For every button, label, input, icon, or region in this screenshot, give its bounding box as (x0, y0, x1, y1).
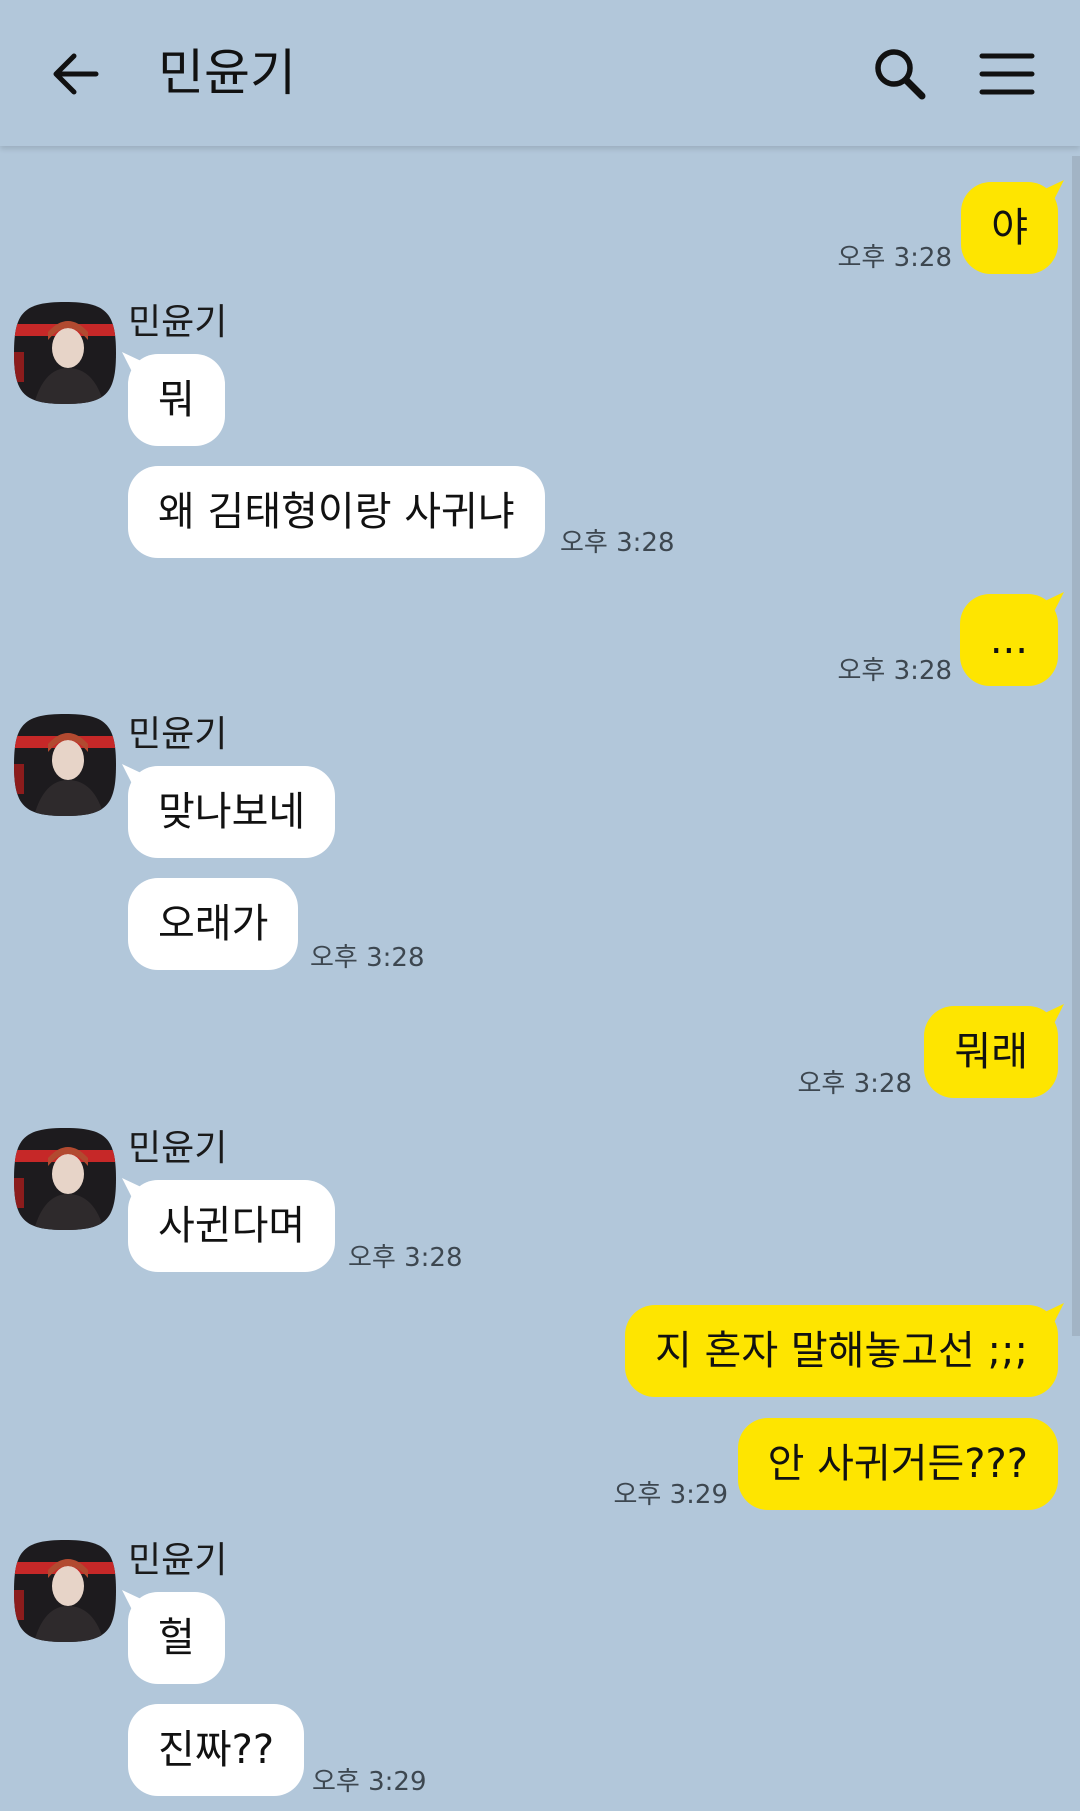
message-text: 야 (991, 205, 1028, 251)
message-time: 오후 3:28 (837, 656, 953, 686)
message-text: ... (989, 617, 1028, 663)
message-bubble-outgoing[interactable]: 야 (961, 182, 1058, 274)
message-bubble-incoming[interactable]: 맞나보네 (128, 766, 336, 858)
message-text: 헐 (158, 1615, 195, 1661)
sender-name: 민윤기 (128, 1540, 228, 1581)
chat-title: 민윤기 (158, 44, 296, 102)
message-text: 뭐 (158, 377, 195, 423)
menu-icon[interactable] (978, 46, 1036, 102)
message-bubble-incoming[interactable]: 진짜?? (128, 1704, 305, 1796)
chat-header: 민윤기 (0, 0, 1080, 146)
sender-name: 민윤기 (128, 1128, 228, 1169)
message-text: 진짜?? (158, 1727, 275, 1773)
message-bubble-incoming[interactable]: 헐 (128, 1592, 225, 1684)
message-bubble-outgoing[interactable]: 지 혼자 말해놓고선 ;;; (625, 1305, 1058, 1397)
message-text: 지 혼자 말해놓고선 ;;; (655, 1328, 1028, 1374)
message-bubble-outgoing[interactable]: 안 사귀거든??? (737, 1418, 1058, 1510)
avatar[interactable] (14, 714, 116, 816)
back-arrow-icon[interactable] (48, 46, 104, 102)
avatar[interactable] (14, 1540, 116, 1642)
message-bubble-incoming[interactable]: 오래가 (128, 878, 299, 970)
message-bubble-incoming[interactable]: 뭐 (128, 354, 225, 446)
message-text: 사귄다며 (158, 1203, 306, 1249)
message-bubble-incoming[interactable]: 사귄다며 (128, 1180, 336, 1272)
message-bubble-outgoing[interactable]: 뭐래 (924, 1006, 1058, 1098)
message-time: 오후 3:28 (560, 528, 675, 558)
message-text: 오래가 (158, 901, 269, 947)
message-bubble-incoming[interactable]: 왜 김태형이랑 사귀냐 (128, 466, 545, 558)
sender-name: 민윤기 (128, 302, 228, 343)
message-time: 오후 3:28 (348, 1243, 463, 1273)
message-text: 뭐래 (954, 1029, 1028, 1075)
scrollbar[interactable] (1072, 156, 1080, 1336)
message-time: 오후 3:29 (613, 1480, 729, 1510)
message-time: 오후 3:28 (837, 243, 953, 273)
message-time: 오후 3:28 (797, 1069, 913, 1099)
avatar[interactable] (14, 302, 116, 404)
avatar[interactable] (14, 1128, 116, 1230)
message-text: 안 사귀거든??? (767, 1441, 1028, 1487)
sender-name: 민윤기 (128, 714, 228, 755)
message-time: 오후 3:29 (312, 1767, 427, 1797)
message-bubble-outgoing[interactable]: ... (959, 594, 1058, 686)
message-text: 맞나보네 (158, 789, 306, 835)
message-text: 왜 김태형이랑 사귀냐 (158, 489, 515, 535)
message-time: 오후 3:28 (310, 943, 425, 973)
search-icon[interactable] (870, 44, 930, 104)
